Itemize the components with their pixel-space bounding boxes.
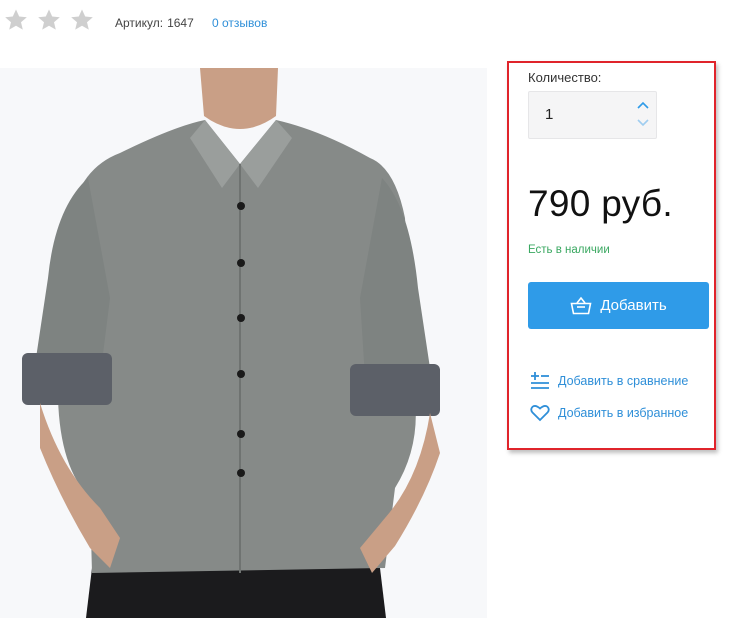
- star-icon[interactable]: [4, 8, 28, 32]
- compare-icon: [531, 372, 549, 389]
- quantity-label: Количество:: [528, 70, 602, 85]
- price: 790 руб.: [528, 183, 673, 224]
- heart-icon: [530, 405, 550, 422]
- article-number: Артикул: 1647: [115, 16, 194, 30]
- add-to-cart-button[interactable]: Добавить: [528, 282, 709, 329]
- basket-icon: [570, 296, 592, 314]
- chevron-down-icon[interactable]: [636, 117, 650, 129]
- favorite-label: Добавить в избранное: [558, 406, 689, 420]
- rating-row: Артикул: 1647 0 отзывов: [0, 8, 740, 36]
- article-label: Артикул:: [115, 16, 164, 30]
- add-button-label: Добавить: [600, 297, 667, 314]
- stock-status: Есть в наличии: [528, 244, 610, 256]
- add-to-compare-link[interactable]: Добавить в сравнение: [530, 372, 688, 390]
- compare-label: Добавить в сравнение: [558, 374, 689, 388]
- reviews-link[interactable]: 0 отзывов: [212, 16, 267, 30]
- product-image: [0, 68, 487, 618]
- shirt-photo: [22, 68, 440, 618]
- rating-stars[interactable]: [4, 8, 94, 32]
- article-value: 1647: [167, 16, 194, 30]
- star-icon[interactable]: [37, 8, 61, 32]
- purchase-panel: Количество: 1 790 руб. Есть в наличии До…: [507, 61, 716, 450]
- quantity-value[interactable]: 1: [545, 106, 553, 123]
- quantity-stepper[interactable]: 1: [528, 91, 657, 139]
- add-to-favorites-link[interactable]: Добавить в избранное: [530, 404, 688, 422]
- star-icon[interactable]: [70, 8, 94, 32]
- chevron-up-icon[interactable]: [636, 99, 650, 111]
